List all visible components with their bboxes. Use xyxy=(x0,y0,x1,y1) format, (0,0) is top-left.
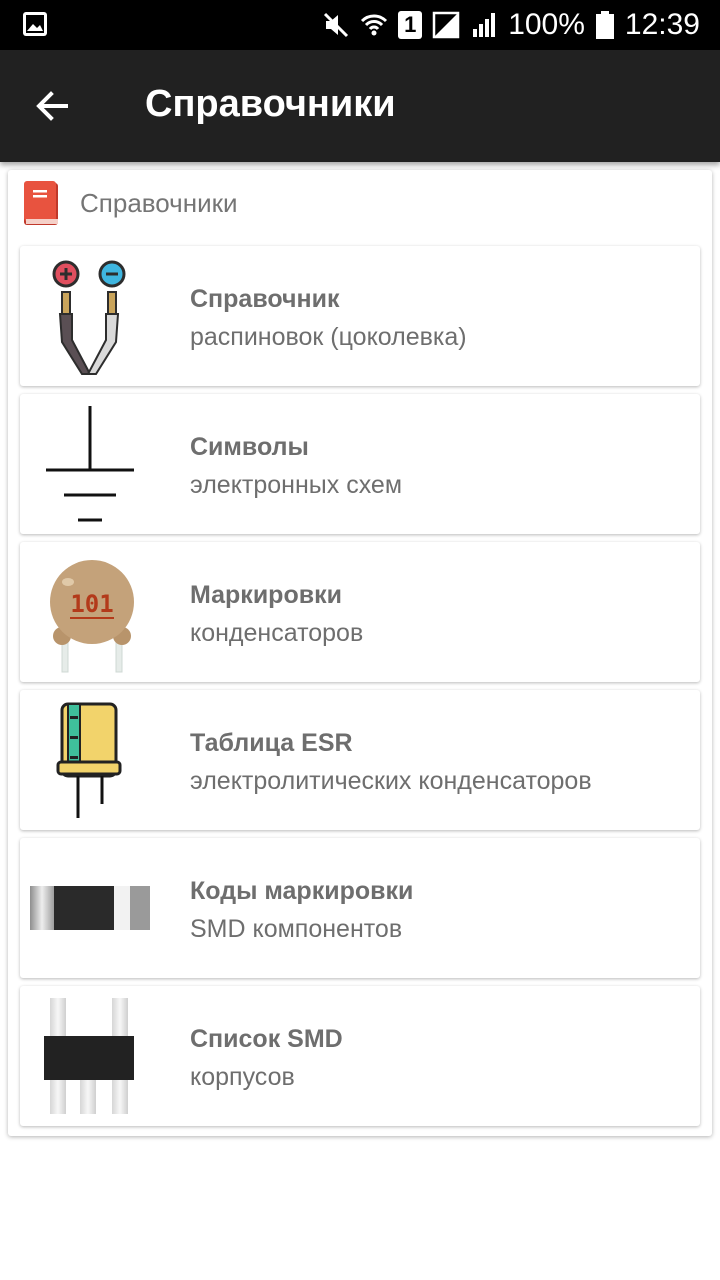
electrolytic-capacitor-icon xyxy=(56,702,122,818)
wifi-icon xyxy=(361,14,388,36)
item-title: Коды маркировки xyxy=(190,877,414,905)
list-item-esr-table[interactable]: Таблица ESR электролитических конденсато… xyxy=(20,690,700,830)
page-title: Справочники xyxy=(145,83,396,125)
item-title: Таблица ESR xyxy=(190,729,353,757)
clock: 12:39 xyxy=(624,8,700,41)
section-header: Справочники xyxy=(22,178,238,228)
item-subtitle: конденсаторов xyxy=(190,619,364,647)
item-text: Таблица ESR электролитических конденсато… xyxy=(190,724,592,800)
list-item-smd-packages[interactable]: Список SMD корпусов xyxy=(20,986,700,1126)
item-title: Справочник xyxy=(190,285,340,313)
app-bar: Справочники xyxy=(0,50,720,162)
item-text: Символы электронных схем xyxy=(190,428,402,504)
smd-resistor-icon xyxy=(30,886,150,930)
item-text: Справочник распиновок (цоколевка) xyxy=(190,280,467,356)
back-button[interactable] xyxy=(24,78,80,134)
item-title: Маркировки xyxy=(190,581,342,609)
list-item-smd-codes[interactable]: Коды маркировки SMD компонентов xyxy=(20,838,700,978)
item-subtitle: корпусов xyxy=(190,1063,295,1091)
battery-percent: 100% xyxy=(508,8,585,41)
item-subtitle: SMD компонентов xyxy=(190,915,403,943)
item-subtitle: электронных схем xyxy=(190,471,403,499)
capacitor-code-label: 101 xyxy=(70,590,113,618)
item-title: Символы xyxy=(190,433,309,461)
signal-icon xyxy=(473,13,496,37)
list-item-capacitor-markings[interactable]: 101 Маркировки конденсаторов xyxy=(20,542,700,682)
list-item-pinouts[interactable]: Справочник распиновок (цоколевка) xyxy=(20,246,700,386)
sim-icon: 1 xyxy=(398,11,423,39)
ceramic-capacitor-icon: 101 xyxy=(50,560,134,673)
status-bar: 1 100% 12:39 xyxy=(0,0,720,50)
no-signal-icon xyxy=(432,11,460,39)
battery-icon xyxy=(595,11,614,39)
item-text: Маркировки конденсаторов xyxy=(190,576,363,652)
item-text: Список SMD корпусов xyxy=(190,1020,343,1096)
smd-package-icon xyxy=(44,998,134,1114)
item-subtitle: распиновок (цоколевка) xyxy=(190,323,467,351)
reference-list-card: Справочники Справочник распиновок (цокол… xyxy=(8,170,712,1136)
arrow-left-icon xyxy=(36,91,68,121)
book-icon xyxy=(24,181,58,225)
mute-icon xyxy=(324,12,349,38)
section-title: Справочники xyxy=(80,187,238,218)
list-item-symbols[interactable]: Символы электронных схем xyxy=(20,394,700,534)
item-title: Список SMD xyxy=(190,1025,343,1053)
ground-symbol-icon xyxy=(46,406,134,522)
gallery-icon xyxy=(23,12,47,36)
probe-leads-icon xyxy=(52,260,126,375)
item-subtitle: электролитических конденсаторов xyxy=(190,767,592,795)
item-text: Коды маркировки SMD компонентов xyxy=(190,872,413,948)
